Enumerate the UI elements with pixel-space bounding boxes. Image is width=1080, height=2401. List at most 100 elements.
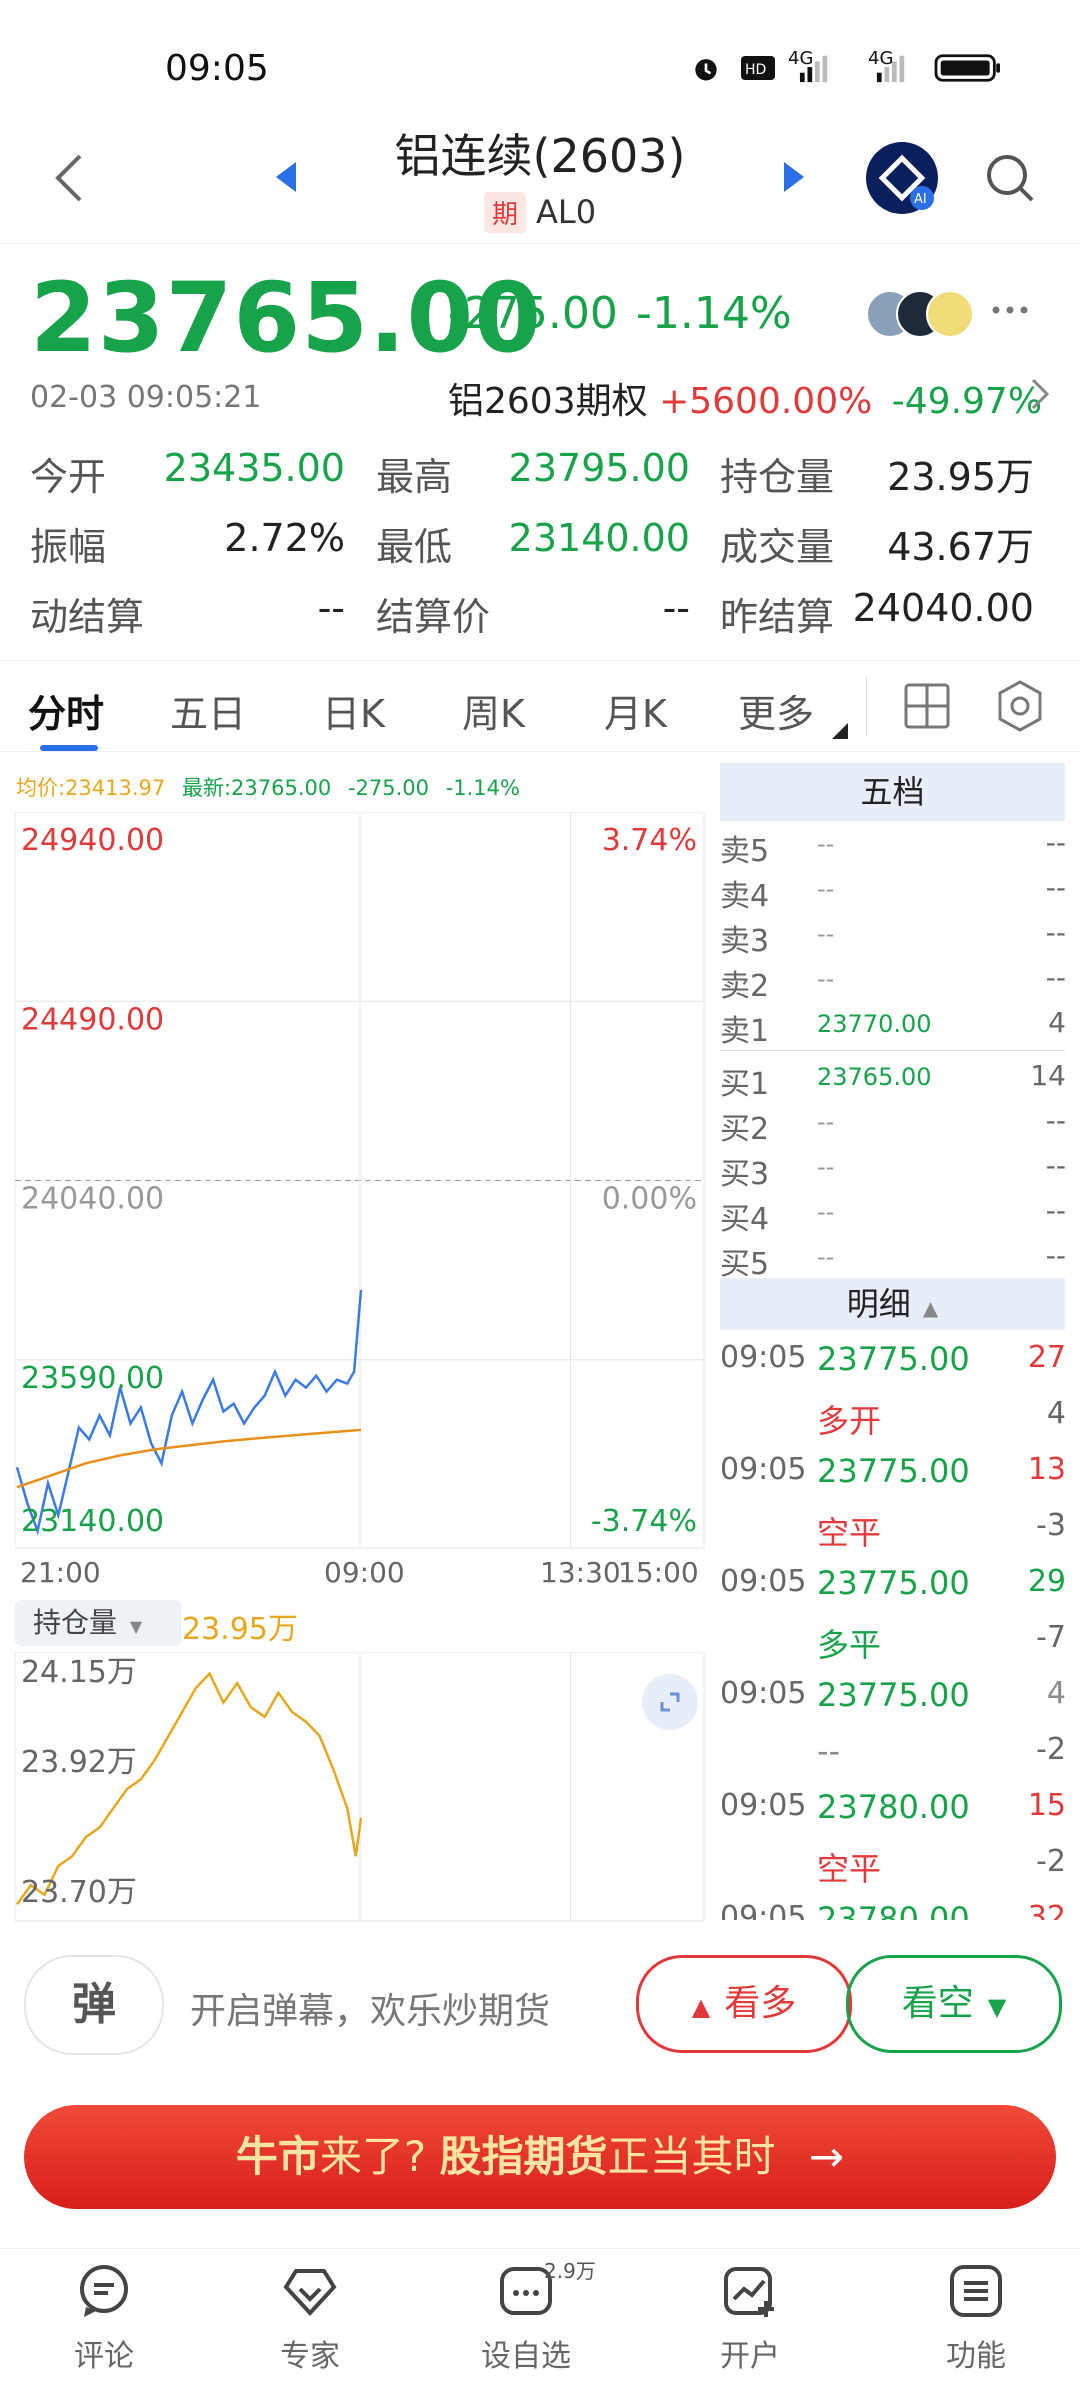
more-icon[interactable]: [990, 300, 1030, 320]
option-link[interactable]: 铝2603期权 +5600.00% -49.97%: [448, 372, 1042, 424]
detail-time: 09:05: [720, 1676, 807, 1711]
svg-text:AI: AI: [914, 192, 927, 207]
legend-latest: 最新:23765.00: [181, 776, 332, 800]
intraday-chart[interactable]: 24940.00 24490.00 24040.00 23590.00 23140.00…: [15, 812, 705, 1549]
stat-value: 43.67万: [887, 525, 1034, 569]
nav-watchlist[interactable]: 设自选 2.9万: [446, 2259, 606, 2375]
order-book-qty: --: [1045, 1194, 1066, 1227]
bearish-label: 看空: [901, 1983, 974, 2024]
price-change-pct: -1.14%: [636, 288, 792, 339]
banner-part3: 股指期货: [439, 2132, 608, 2181]
y-tick-label: 24940.00: [21, 823, 164, 858]
triangle-up-icon: ▲: [691, 1993, 711, 2021]
detail-price: 23775.00: [817, 1452, 970, 1490]
next-contract-icon[interactable]: [780, 160, 808, 194]
detail-change: -7: [1036, 1620, 1066, 1655]
search-icon[interactable]: [984, 152, 1036, 204]
order-book-label: 买3: [720, 1157, 770, 1192]
banner-part4: 正当其时: [607, 2132, 776, 2181]
nav-expert[interactable]: 专家: [230, 2261, 390, 2375]
arrow-right-icon: →: [808, 2132, 845, 2181]
triangle-down-icon: ▼: [987, 1993, 1007, 2021]
header-divider: [0, 243, 1080, 244]
chevron-right-icon[interactable]: [1028, 376, 1052, 412]
order-book-label: 卖5: [720, 834, 770, 869]
detail-change: -2: [1036, 1732, 1066, 1767]
danmaku-prompt[interactable]: 开启弹幕，欢乐炒期货: [190, 1982, 550, 2034]
danmaku-icon: 弹: [72, 1979, 116, 2030]
tab-weekly-k[interactable]: 周K: [462, 683, 525, 738]
x-tick-label: 21:00: [20, 1556, 101, 1589]
detail-qty: 32: [1027, 1900, 1066, 1920]
order-book-qty: --: [1045, 1239, 1066, 1272]
y-tick-label: 23.92万: [21, 1745, 137, 1780]
watchlist-count-badge: 2.9万: [544, 2259, 596, 2283]
stat-value: --: [317, 586, 345, 630]
detail-price: 23775.00: [817, 1340, 970, 1378]
intraday-chart-svg: 24940.00 24490.00 24040.00 23590.00 23140.00…: [15, 812, 705, 1549]
ai-assistant-icon[interactable]: AI: [864, 140, 940, 216]
detail-time: 09:05: [720, 1564, 807, 1599]
tab-daily-k[interactable]: 日K: [322, 683, 385, 738]
detail-change: 4: [1046, 1396, 1066, 1431]
y-tick-label: 24040.00: [21, 1182, 164, 1217]
order-book-price: --: [817, 1108, 835, 1136]
price-change: -275.00: [448, 288, 618, 339]
tab-monthly-k[interactable]: 月K: [604, 683, 667, 738]
order-book-label: 买5: [720, 1247, 770, 1282]
menu-icon: [950, 2265, 1002, 2317]
settings-icon[interactable]: [994, 679, 1046, 733]
nav-label: 开户: [720, 2339, 780, 2374]
detail-qty: 29: [1027, 1564, 1066, 1599]
danmaku-toggle-button[interactable]: 弹: [24, 1955, 164, 2055]
expand-icon[interactable]: [640, 1672, 700, 1732]
tab-5day[interactable]: 五日: [170, 683, 246, 738]
nav-comment[interactable]: 评论: [24, 2261, 184, 2375]
quote-timestamp: 02-03 09:05:21: [30, 380, 262, 415]
bottom-nav: 评论 专家 设自选 2.9万 开户 功能: [0, 2248, 1080, 2401]
stat-label: 结算价: [376, 595, 491, 639]
details-title[interactable]: 明细 ▲: [720, 1278, 1065, 1330]
contract-code: AL0: [535, 193, 597, 231]
open-interest-chart[interactable]: 24.15万 23.92万 23.70万: [15, 1652, 705, 1922]
detail-price: 23780.00: [817, 1900, 970, 1920]
legend-pct: -1.14%: [445, 776, 520, 800]
indicator-selector[interactable]: 持仓量 ▼: [15, 1600, 181, 1646]
stat-value: 23140.00: [508, 516, 690, 560]
comment-icon: [80, 2265, 128, 2317]
active-tab-indicator: [40, 745, 98, 751]
stat-label: 持仓量: [720, 455, 835, 499]
stat-label: 最高: [376, 455, 453, 499]
stat-value: 23795.00: [508, 446, 690, 490]
stat-value: 23.95万: [887, 455, 1034, 499]
order-book-label: 卖2: [720, 969, 770, 1004]
detail-qty: 13: [1027, 1452, 1066, 1487]
order-book-price: --: [817, 920, 835, 948]
order-book-title[interactable]: 五档: [720, 763, 1065, 821]
nav-functions[interactable]: 功能: [896, 2261, 1056, 2375]
stat-label: 昨结算: [720, 595, 835, 639]
order-book-price: --: [817, 1198, 835, 1226]
caret-up-icon: ▲: [922, 1296, 939, 1320]
promo-banner[interactable]: 牛市来了? 股指期货正当其时 →: [24, 2105, 1056, 2209]
layout-grid-icon[interactable]: [902, 681, 952, 731]
signal-icon: [799, 55, 828, 83]
tab-more[interactable]: 更多: [738, 683, 814, 738]
tab-intraday[interactable]: 分时: [28, 683, 104, 738]
nav-open-account[interactable]: 开户: [670, 2261, 830, 2375]
bullish-label: 看多: [724, 1983, 797, 2024]
bullish-button[interactable]: ▲ 看多: [636, 1955, 852, 2053]
order-book-label: 买2: [720, 1112, 770, 1147]
order-book-label: 卖4: [720, 879, 770, 914]
order-book-price: 23770.00: [817, 1010, 932, 1038]
stat-label: 振幅: [30, 525, 107, 569]
y-tick-label: 23590.00: [21, 1361, 164, 1396]
signal-icon-2: [876, 55, 905, 83]
x-tick-label: 15:00: [618, 1556, 699, 1589]
legend-avg: 均价:23413.97: [16, 776, 166, 800]
alarm-icon: [695, 59, 717, 81]
detail-type: --: [817, 1732, 841, 1770]
bearish-button[interactable]: 看空 ▼: [846, 1955, 1062, 2053]
viewer-avatars[interactable]: [866, 286, 986, 342]
order-book-price: --: [817, 830, 835, 858]
